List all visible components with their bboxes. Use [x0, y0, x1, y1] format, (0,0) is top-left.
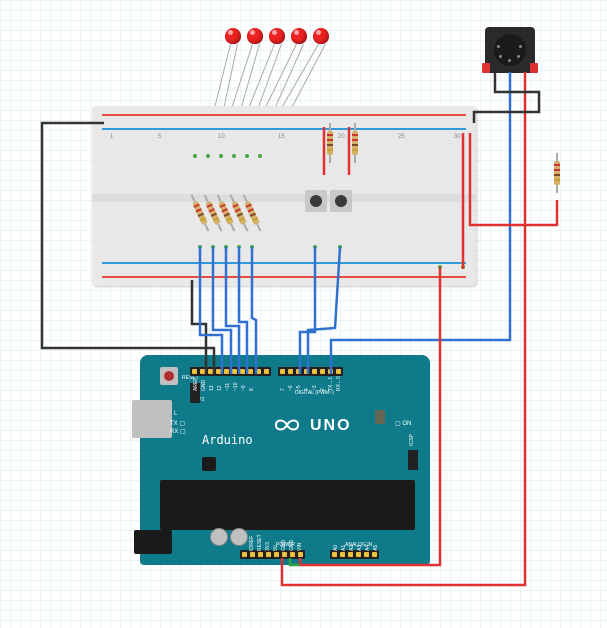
circuit-diagram: 1 5 10 15 20 25 30 /* holes drawn below …	[0, 0, 607, 628]
wire-layer-back	[0, 0, 607, 628]
